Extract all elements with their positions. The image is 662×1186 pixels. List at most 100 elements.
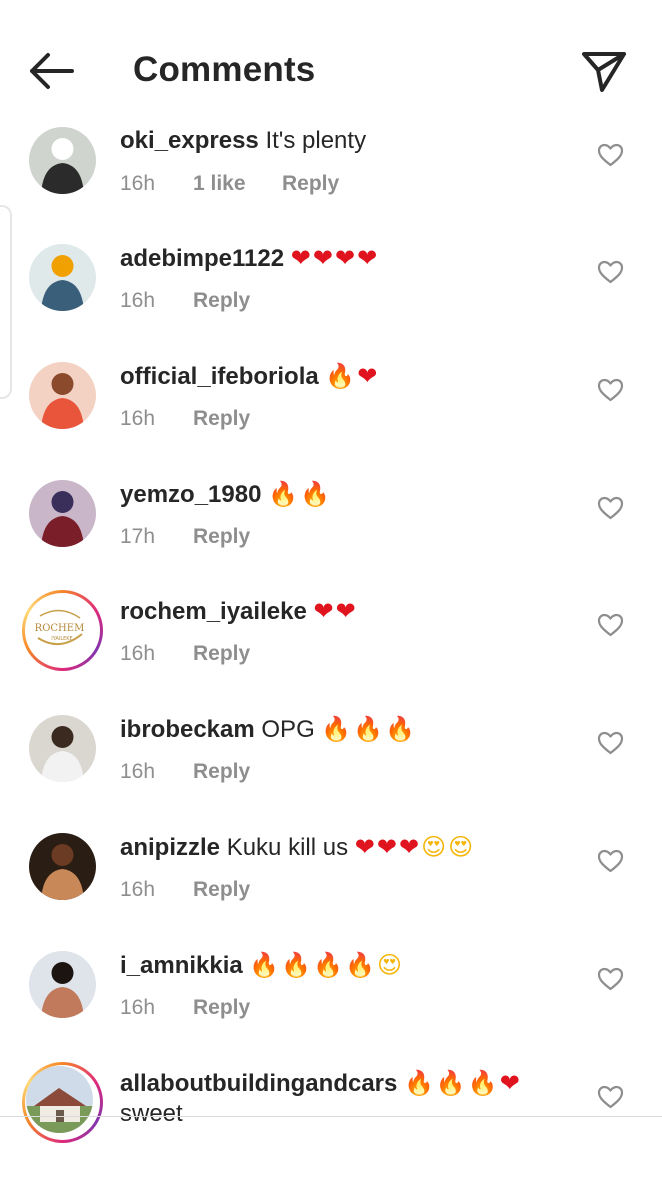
comment-body: adebimpe1122 ❤❤❤❤ xyxy=(120,243,560,274)
fire-emoji: 🔥 xyxy=(249,951,282,979)
username[interactable]: i_amnikkia xyxy=(120,952,243,979)
like-button[interactable] xyxy=(597,260,624,284)
avatar[interactable] xyxy=(29,480,96,547)
comment-item: ibrobeckam OPG 🔥🔥🔥 16h Reply xyxy=(0,715,662,832)
like-button[interactable] xyxy=(597,1085,624,1109)
heart-emoji: ❤ xyxy=(376,833,399,861)
comment-text: Kuku kill us xyxy=(226,834,349,861)
avatar[interactable] xyxy=(29,127,96,194)
comment-body: ibrobeckam OPG 🔥🔥🔥 xyxy=(120,714,560,745)
emoji-group: ❤❤ xyxy=(313,597,357,625)
fire-emoji: 🔥 xyxy=(325,362,358,390)
username[interactable]: rochem_iyaileke xyxy=(120,598,307,625)
header-bar: Comments xyxy=(0,0,662,118)
username[interactable]: allaboutbuildingandcars xyxy=(120,1070,397,1097)
comment-meta: 16h Reply xyxy=(120,642,250,666)
reply-button[interactable]: Reply xyxy=(282,172,339,195)
comment-text: sweet xyxy=(120,1100,183,1127)
back-button[interactable] xyxy=(26,50,76,92)
username[interactable]: ibrobeckam xyxy=(120,716,255,743)
heart-eyes-emoji: 😍 xyxy=(376,951,405,979)
comment-body: oki_express It's plenty xyxy=(120,126,560,156)
emoji-group: ❤❤❤😍😍 xyxy=(355,833,475,861)
like-button[interactable] xyxy=(597,496,624,520)
emoji-group: 🔥🔥 xyxy=(268,480,332,508)
heart-outline-icon xyxy=(597,496,624,520)
comment-meta: 16h Reply xyxy=(120,289,250,313)
username[interactable]: yemzo_1980 xyxy=(120,481,261,508)
avatar[interactable] xyxy=(29,362,96,429)
heart-outline-icon xyxy=(597,613,624,637)
fire-emoji: 🔥 xyxy=(268,480,300,508)
username[interactable]: anipizzle xyxy=(120,834,220,861)
like-button[interactable] xyxy=(597,613,624,637)
divider xyxy=(0,1116,662,1117)
timestamp: 16h xyxy=(120,760,156,783)
comment-meta: 16h Reply xyxy=(120,996,250,1020)
fire-emoji: 🔥 xyxy=(435,1069,468,1097)
like-button[interactable] xyxy=(597,967,624,991)
comment-body: anipizzle Kuku kill us ❤❤❤😍😍 xyxy=(120,832,560,863)
like-button[interactable] xyxy=(597,849,624,873)
avatar[interactable] xyxy=(29,715,96,782)
comment-meta: 16h Reply xyxy=(120,407,250,431)
svg-text:IYAILEKE: IYAILEKE xyxy=(51,636,72,642)
reply-button[interactable]: Reply xyxy=(193,525,250,548)
avatar[interactable] xyxy=(29,833,96,900)
reply-button[interactable]: Reply xyxy=(193,878,250,901)
comment-body: allaboutbuildingandcars 🔥🔥🔥❤ sweet xyxy=(120,1068,560,1129)
avatar[interactable] xyxy=(29,244,96,311)
heart-outline-icon xyxy=(597,731,624,755)
fire-emoji: 🔥 xyxy=(300,480,332,508)
heart-emoji: ❤ xyxy=(354,833,377,861)
comment-item: anipizzle Kuku kill us ❤❤❤😍😍 16h Reply xyxy=(0,833,662,950)
heart-outline-icon xyxy=(597,1085,624,1109)
comment-item: official_ifeboriola 🔥❤ 16h Reply xyxy=(0,362,662,479)
reply-button[interactable]: Reply xyxy=(193,289,250,312)
heart-outline-icon xyxy=(597,378,624,402)
like-button[interactable] xyxy=(597,378,624,402)
avatar[interactable] xyxy=(22,1062,103,1143)
like-button[interactable] xyxy=(597,143,624,167)
fire-emoji: 🔥 xyxy=(321,715,354,743)
heart-emoji: ❤ xyxy=(313,597,336,625)
fire-emoji: 🔥 xyxy=(353,715,386,743)
emoji-group: ❤❤❤❤ xyxy=(291,244,379,272)
heart-emoji: ❤ xyxy=(335,244,358,272)
timestamp: 16h xyxy=(120,878,156,901)
timestamp: 16h xyxy=(120,289,156,312)
like-button[interactable] xyxy=(597,731,624,755)
fire-emoji: 🔥 xyxy=(404,1069,436,1097)
username[interactable]: official_ifeboriola xyxy=(120,363,319,390)
comment-item: oki_express It's plenty 16h 1 like Reply xyxy=(0,127,662,244)
share-button[interactable] xyxy=(580,48,628,94)
avatar[interactable] xyxy=(29,951,96,1018)
heart-emoji: ❤ xyxy=(357,362,380,390)
heart-outline-icon xyxy=(597,849,624,873)
heart-outline-icon xyxy=(597,260,624,284)
comment-text: OPG xyxy=(261,716,315,743)
rochem-logo-text: ROCHEM xyxy=(35,623,85,634)
reply-button[interactable]: Reply xyxy=(193,996,250,1019)
paper-plane-icon xyxy=(582,52,626,92)
avatar[interactable]: ROCHEM IYAILEKE xyxy=(22,590,103,671)
heart-emoji: ❤ xyxy=(335,597,358,625)
fire-emoji: 🔥 xyxy=(281,951,314,979)
comment-item: i_amnikkia 🔥🔥🔥🔥😍 16h Reply xyxy=(0,951,662,1068)
comment-meta: 16h Reply xyxy=(120,760,250,784)
comment-body: official_ifeboriola 🔥❤ xyxy=(120,361,560,392)
page-title: Comments xyxy=(133,50,316,89)
username[interactable]: oki_express xyxy=(120,127,259,154)
timestamp: 16h xyxy=(120,642,156,665)
emoji-group: 🔥🔥🔥 xyxy=(321,715,417,743)
heart-emoji: ❤ xyxy=(499,1069,522,1097)
comment-item: ROCHEM IYAILEKE rochem_iyaileke ❤❤ 16h Reply xyxy=(0,590,662,714)
reply-button[interactable]: Reply xyxy=(193,760,250,783)
comment-meta: 16h Reply xyxy=(120,878,250,902)
username[interactable]: adebimpe1122 xyxy=(120,245,284,272)
reply-button[interactable]: Reply xyxy=(193,407,250,430)
reply-button[interactable]: Reply xyxy=(193,642,250,665)
like-count[interactable]: 1 like xyxy=(193,172,282,196)
fire-emoji: 🔥 xyxy=(385,715,418,743)
comment-item: allaboutbuildingandcars 🔥🔥🔥❤ sweet xyxy=(0,1062,662,1186)
